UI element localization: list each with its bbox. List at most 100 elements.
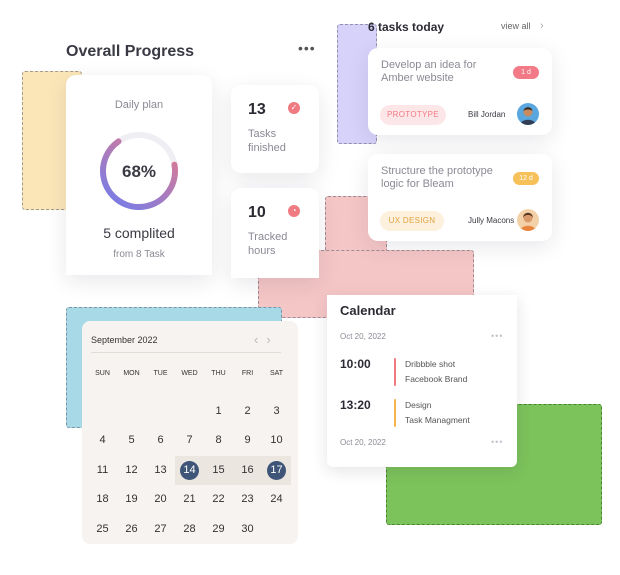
- day-number: 20: [154, 493, 167, 505]
- day-cell[interactable]: 27: [146, 515, 175, 545]
- stat-value: 10: [248, 204, 266, 221]
- day-cell[interactable]: 20: [146, 485, 175, 515]
- tasks-title: 6 tasks today: [368, 20, 445, 34]
- avatar-person-icon: [520, 212, 536, 231]
- day-number: 10: [270, 434, 283, 446]
- weekday-label: SUN: [95, 370, 110, 377]
- day-cell[interactable]: 10: [262, 426, 291, 456]
- day-cell[interactable]: 29: [204, 515, 233, 545]
- day-number: 23: [241, 493, 254, 505]
- overall-more-button[interactable]: •••: [298, 40, 316, 56]
- day-number: 5: [128, 434, 135, 446]
- stat-value: 13: [248, 101, 266, 118]
- chevron-left-icon[interactable]: ‹: [254, 332, 266, 347]
- day-cell[interactable]: 1: [204, 397, 233, 427]
- day-cell[interactable]: 25: [88, 515, 117, 545]
- day-number: 12: [125, 463, 138, 476]
- avatar: [517, 209, 539, 231]
- day-cell[interactable]: 9: [233, 426, 262, 456]
- calendar-more-button[interactable]: •••: [491, 437, 503, 447]
- task-card[interactable]: Develop an idea for Amber website 1 d PR…: [368, 48, 552, 135]
- day-number: 27: [154, 522, 167, 535]
- chevron-right-icon[interactable]: ›: [540, 20, 544, 32]
- stat-card-tasks: 13 ✓ Tasks finished: [231, 85, 319, 173]
- event-subtitle: Task Managment: [405, 415, 470, 425]
- day-empty: [88, 397, 117, 427]
- month-title: September 2022: [91, 335, 158, 345]
- event-color-bar: [394, 358, 396, 386]
- day-cell[interactable]: 16: [233, 455, 262, 485]
- day-cell[interactable]: 12: [117, 456, 146, 486]
- day-cell[interactable]: 17: [262, 455, 291, 485]
- day-number: 25: [96, 522, 109, 535]
- month-grid: SUN MON TUE WED THU FRI SAT 1 2 3 4 5 6 7 8 9 10 11 12 13 14…: [88, 367, 292, 544]
- day-number: 6: [157, 434, 164, 446]
- day-cell[interactable]: 4: [88, 426, 117, 456]
- day-cell[interactable]: 11: [88, 456, 117, 486]
- day-cell[interactable]: 14: [175, 455, 204, 485]
- check-icon: ✓: [288, 102, 300, 114]
- day-number: 11: [96, 463, 109, 476]
- day-number: 28: [183, 522, 196, 535]
- day-cell[interactable]: 18: [88, 485, 117, 515]
- day-number: 7: [186, 434, 193, 446]
- day-cell[interactable]: 2: [233, 397, 262, 427]
- calendar-date: Oct 20, 2022: [340, 332, 386, 341]
- daily-plan-card: Daily plan 68% 5 complited from 8 Task: [66, 75, 212, 275]
- event-details[interactable]: Dribbble shot Facebook Brand: [405, 357, 467, 387]
- day-cell[interactable]: 26: [117, 515, 146, 545]
- month-calendar: September 2022 ‹› SUN MON TUE WED THU FRI SAT 1…: [82, 321, 298, 544]
- day-number: 16: [241, 463, 254, 476]
- calendar-date: Oct 20, 2022: [340, 438, 386, 447]
- calendar-card: Calendar Oct 20, 2022 ••• 10:00 Dribbble…: [327, 295, 517, 467]
- weekday-label: MON: [123, 370, 140, 377]
- calendar-more-button[interactable]: •••: [491, 331, 503, 341]
- day-number: 3: [273, 404, 280, 417]
- day-number: 19: [125, 493, 138, 505]
- stat-label: Tracked hours: [248, 231, 288, 257]
- day-number: 26: [125, 522, 138, 535]
- weekday-label: THU: [211, 370, 226, 377]
- event-title: Dribbble shot: [405, 359, 456, 369]
- tasks-header: 6 tasks today view all ›: [368, 20, 552, 34]
- chevron-right-icon[interactable]: ›: [266, 332, 278, 347]
- progress-percent: 68%: [121, 162, 157, 181]
- day-empty: [175, 397, 204, 427]
- day-number: 2: [244, 404, 251, 417]
- day-cell[interactable]: 19: [117, 485, 146, 515]
- task-title: Structure the prototype logic for Bleam: [381, 165, 493, 190]
- day-cell[interactable]: 22: [204, 485, 233, 515]
- day-cell[interactable]: 28: [175, 515, 204, 545]
- event-subtitle: Facebook Brand: [405, 374, 468, 384]
- task-assignee: Bill Jordan: [468, 110, 506, 119]
- day-cell[interactable]: 30: [233, 515, 262, 545]
- event-details[interactable]: Design Task Managment: [405, 398, 470, 428]
- event-time: 13:20: [340, 398, 371, 412]
- day-number: 29: [212, 522, 225, 535]
- day-cell[interactable]: 5: [117, 426, 146, 456]
- day-cell[interactable]: 8: [204, 426, 233, 456]
- day-number: 22: [212, 493, 225, 505]
- view-all-link[interactable]: view all: [501, 21, 531, 31]
- day-empty: [117, 397, 146, 427]
- task-card[interactable]: Structure the prototype logic for Bleam …: [368, 154, 552, 241]
- day-cell[interactable]: 21: [175, 485, 204, 515]
- day-number: 21: [183, 493, 196, 505]
- day-cell[interactable]: 6: [146, 426, 175, 456]
- weekday-label: FRI: [241, 370, 254, 377]
- weekday-label: WED: [181, 370, 198, 377]
- day-number: 30: [241, 522, 254, 535]
- day-number: 15: [212, 463, 225, 476]
- day-cell[interactable]: 15: [204, 455, 233, 485]
- day-cell[interactable]: 24: [262, 485, 291, 515]
- day-cell[interactable]: 13: [146, 456, 175, 486]
- day-cell[interactable]: 7: [175, 426, 204, 456]
- day-number: 8: [215, 434, 222, 446]
- day-cell[interactable]: 3: [262, 397, 291, 427]
- day-number: 4: [99, 434, 106, 446]
- day-cell[interactable]: 23: [233, 485, 262, 515]
- task-due-badge: 1 d: [513, 66, 539, 79]
- task-assignee: Jully Macons: [468, 216, 515, 225]
- task-tag: UX DESIGN: [380, 211, 444, 231]
- day-number: 17: [270, 463, 283, 476]
